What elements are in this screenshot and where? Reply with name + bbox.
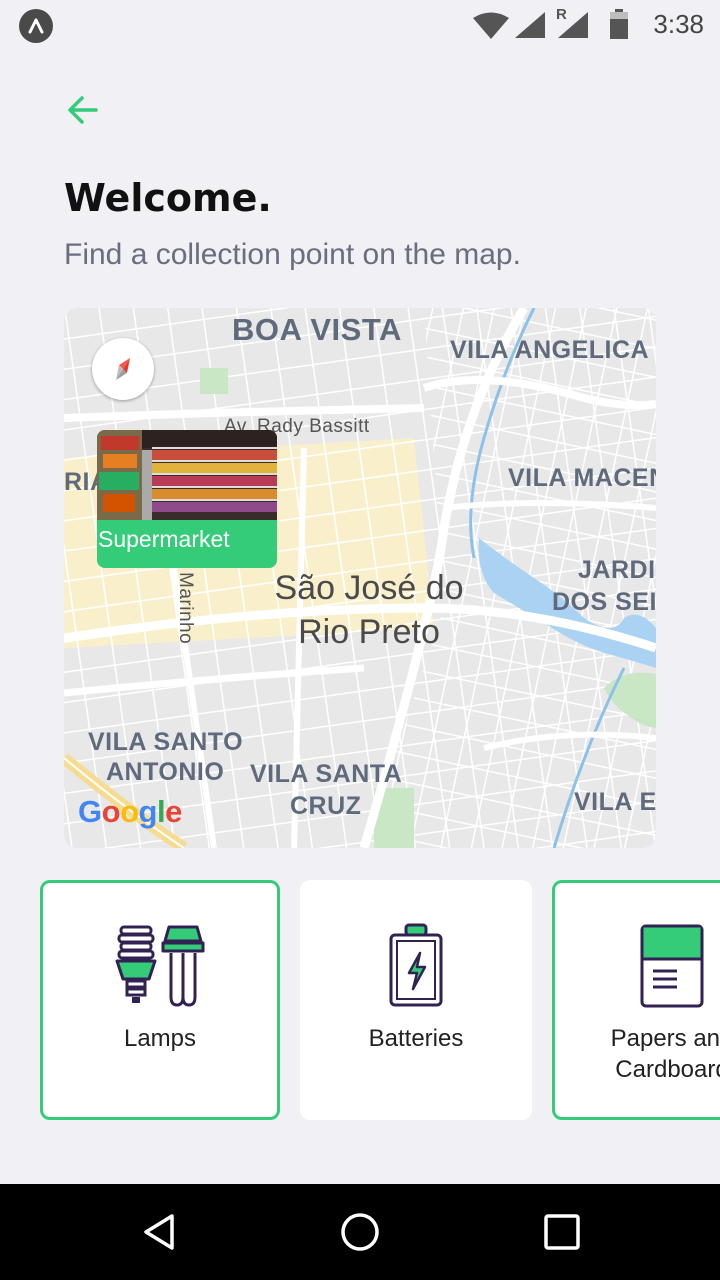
map-label-city: São José do Rio Preto: [264, 566, 474, 654]
home-circle-icon: [341, 1213, 379, 1251]
battery-icon: [610, 9, 628, 39]
map-label-antonio: ANTONIO: [106, 758, 225, 786]
item-label: Papers and Cardboard: [610, 1025, 720, 1083]
nav-home-button[interactable]: [340, 1212, 380, 1252]
recents-square-icon: [544, 1214, 580, 1250]
status-bar: R 3:38: [0, 0, 720, 50]
wifi-icon: [473, 12, 509, 39]
system-nav-bar: [0, 1184, 720, 1280]
nav-back-button[interactable]: [140, 1212, 180, 1252]
item-label: Lamps: [123, 1025, 197, 1052]
clock: 3:38: [653, 9, 704, 39]
map-marker-supermarket[interactable]: Supermarket: [97, 430, 277, 568]
app-badge-icon: [19, 9, 53, 43]
items-list[interactable]: Lamps Batteries Papers and Cardboard: [40, 880, 720, 1120]
item-papers-cardboard[interactable]: Papers and Cardboard: [552, 880, 720, 1120]
paper-icon: [640, 924, 704, 1008]
arrow-left-icon: [68, 96, 98, 124]
map-label-city-line1: São José do: [274, 569, 464, 607]
item-batteries[interactable]: Batteries: [300, 880, 532, 1120]
supermarket-photo: [97, 430, 277, 520]
map-label-city-line2: Rio Preto: [298, 613, 440, 651]
nav-recents-button[interactable]: [542, 1212, 582, 1252]
map-label-cruz: CRUZ: [290, 792, 362, 820]
back-triangle-icon: [144, 1214, 174, 1250]
roaming-label: R: [556, 6, 567, 23]
battery-icon: [389, 923, 443, 1007]
map-label-boa-vista: BOA VISTA: [232, 312, 402, 347]
compass-button[interactable]: [92, 338, 154, 400]
map-label-vila-ei: VILA EI: [574, 788, 656, 816]
page-subtitle: Find a collection point on the map.: [64, 238, 521, 271]
google-logo: Google: [78, 794, 182, 829]
item-label: Batteries: [368, 1025, 464, 1052]
map-marker-label: Supermarket: [98, 526, 230, 552]
map-label-jardi: JARDII: [578, 556, 656, 584]
map-label-vila-santa: VILA SANTA: [250, 760, 403, 788]
map-label-vila-santo: VILA SANTO: [88, 728, 244, 756]
map-label-vila-angelica: VILA ANGELICA: [450, 336, 650, 364]
map-label-vila-macen: VILA MACEN: [508, 464, 656, 492]
signal-icon: [515, 12, 545, 38]
map-label-dos-seix: DOS SEIX: [552, 588, 656, 616]
lamps-icon: [115, 925, 205, 1007]
item-lamps[interactable]: Lamps: [40, 880, 280, 1120]
compass-icon: [116, 358, 130, 380]
map-label-marinho: Marinho: [175, 572, 196, 645]
back-button[interactable]: [64, 92, 104, 128]
page-title: Welcome.: [64, 176, 272, 220]
map[interactable]: BOA VISTA VILA ANGELICA Av. Rady Bassitt…: [64, 308, 656, 848]
